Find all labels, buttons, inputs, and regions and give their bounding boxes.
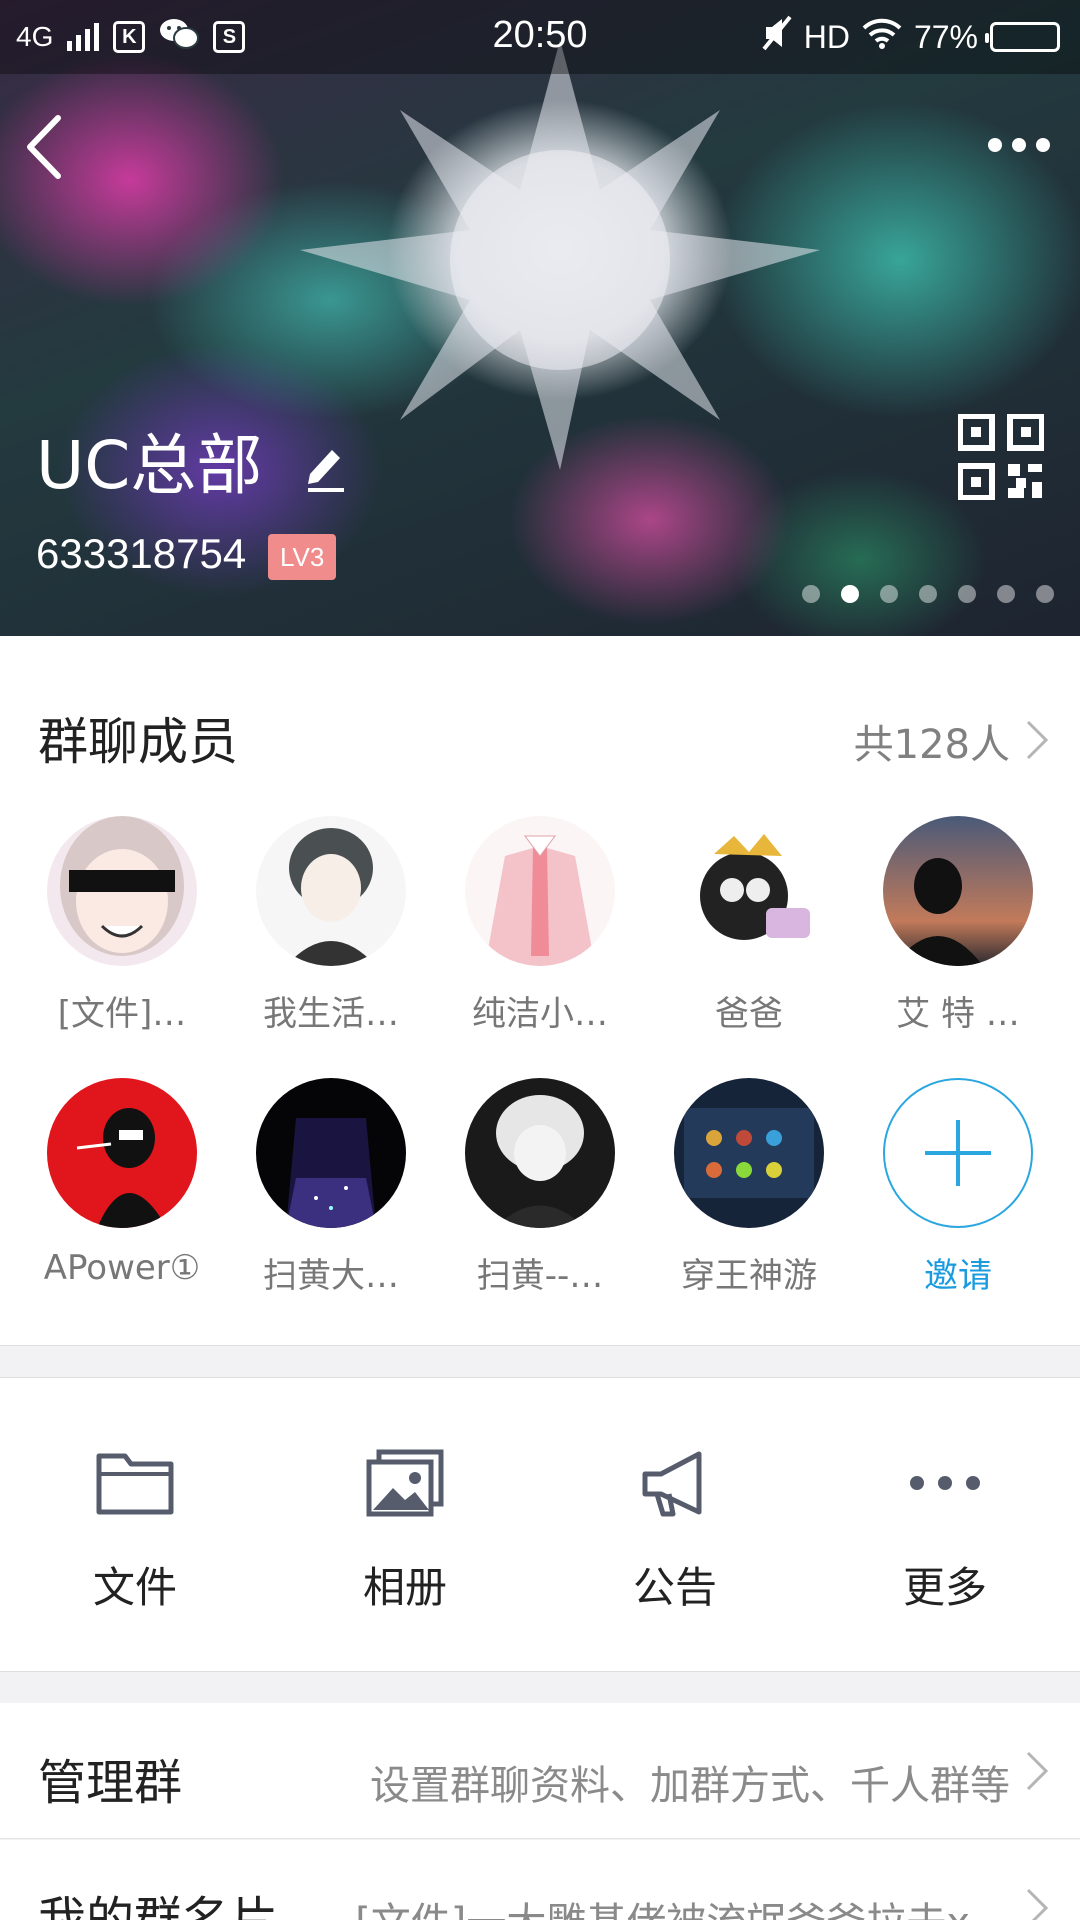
- my-group-card-row[interactable]: 我的群名片 [文件]一大雕基佬被流氓爸爸拉去x…: [0, 1840, 1080, 1920]
- group-name: UC总部: [36, 427, 263, 504]
- member-item[interactable]: 扫黄--…: [450, 1078, 630, 1297]
- carousel-dot: [1036, 585, 1054, 603]
- invite-circle: [883, 1078, 1033, 1228]
- chevron-right-icon: [1026, 1751, 1049, 1791]
- carousel-indicator: [802, 585, 1054, 603]
- avatar: [674, 1078, 824, 1228]
- invite-label: 邀请: [924, 1256, 992, 1296]
- avatar: [256, 816, 406, 966]
- member-name: 扫黄大…: [263, 1256, 399, 1296]
- group-id: 633318754: [36, 530, 247, 577]
- back-button[interactable]: [20, 110, 70, 184]
- invite-member-button[interactable]: 邀请: [868, 1078, 1048, 1297]
- files-label: 文件: [92, 1563, 177, 1612]
- chevron-right-icon: [1026, 720, 1049, 760]
- battery-percent: 77%: [913, 18, 978, 55]
- group-actions: 文件 相册 公告 更多: [0, 1377, 1080, 1672]
- album-label: 相册: [362, 1563, 447, 1612]
- files-button[interactable]: 文件: [0, 1448, 270, 1615]
- member-name: 扫黄--…: [476, 1256, 604, 1296]
- member-name: [文件]…: [57, 994, 187, 1034]
- announcement-label: 公告: [632, 1563, 717, 1612]
- members-section: 群聊成员 共128人 [文件]… 我生活… 纯洁小… 爸爸 艾 特 … APow…: [0, 636, 1080, 1346]
- member-name: 爸爸: [715, 994, 783, 1034]
- more-options-button[interactable]: [976, 130, 1050, 160]
- announcement-icon: [642, 1451, 702, 1517]
- folder-icon: [96, 1453, 174, 1515]
- member-name: APower①: [43, 1248, 201, 1288]
- member-item[interactable]: 爸爸: [659, 816, 839, 1035]
- album-icon: [366, 1449, 444, 1517]
- mute-icon: [762, 15, 792, 59]
- carousel-dot: [880, 585, 898, 603]
- manage-group-desc: 设置群聊资料、加群方式、千人群等: [370, 1763, 1010, 1809]
- my-group-card-value: [文件]一大雕基佬被流氓爸爸拉去x…: [355, 1890, 1010, 1920]
- edit-name-icon[interactable]: [302, 440, 350, 492]
- announcement-button[interactable]: 公告: [540, 1448, 810, 1615]
- avatar: [465, 816, 615, 966]
- album-button[interactable]: 相册: [270, 1448, 540, 1615]
- member-name: 艾 特 …: [896, 994, 1020, 1034]
- chevron-right-icon: [1026, 1888, 1049, 1920]
- plus-icon: [925, 1120, 991, 1186]
- wifi-icon: [862, 17, 902, 57]
- avatar: [674, 816, 824, 966]
- avatar: [47, 816, 197, 966]
- chevron-left-icon: [27, 115, 61, 179]
- dot-icon: [1036, 138, 1050, 152]
- avatar: [256, 1078, 406, 1228]
- member-name: 穿王神游: [681, 1256, 817, 1296]
- member-item[interactable]: APower①: [32, 1078, 212, 1288]
- member-name: 我生活…: [263, 994, 399, 1034]
- more-button[interactable]: 更多: [810, 1448, 1080, 1615]
- carousel-dot: [958, 585, 976, 603]
- member-item[interactable]: 扫黄大…: [241, 1078, 421, 1297]
- group-cover-banner[interactable]: 4G K S 20:50 HD 77% UC总部 633318754 LV3: [0, 0, 1080, 636]
- member-item[interactable]: 艾 特 …: [868, 816, 1048, 1035]
- dot-icon: [988, 138, 1002, 152]
- member-item[interactable]: 我生活…: [241, 816, 421, 1035]
- carousel-dot: [919, 585, 937, 603]
- member-name: 纯洁小…: [472, 994, 608, 1034]
- more-label: 更多: [902, 1563, 987, 1612]
- avatar: [465, 1078, 615, 1228]
- dot-icon: [1012, 138, 1026, 152]
- battery-icon: [985, 22, 1060, 52]
- carousel-dot: [802, 585, 820, 603]
- qr-code-icon[interactable]: [957, 413, 1045, 501]
- member-count-link[interactable]: 共128人: [854, 712, 1010, 770]
- member-item[interactable]: 纯洁小…: [450, 816, 630, 1035]
- manage-group-row[interactable]: 管理群 设置群聊资料、加群方式、千人群等: [0, 1703, 1080, 1839]
- members-title: 群聊成员: [38, 713, 238, 771]
- carousel-dot: [997, 585, 1015, 603]
- my-group-card-title: 我的群名片: [38, 1892, 279, 1920]
- hd-label: HD: [803, 18, 850, 55]
- level-badge: LV3: [268, 534, 337, 580]
- status-bar: 4G K S 20:50 HD 77%: [0, 0, 1080, 74]
- avatar: [883, 816, 1033, 966]
- manage-group-title: 管理群: [38, 1755, 183, 1811]
- carousel-dot: [841, 585, 859, 603]
- more-icon: [910, 1476, 980, 1490]
- avatar: [47, 1078, 197, 1228]
- member-item[interactable]: 穿王神游: [659, 1078, 839, 1297]
- member-item[interactable]: [文件]…: [32, 816, 212, 1035]
